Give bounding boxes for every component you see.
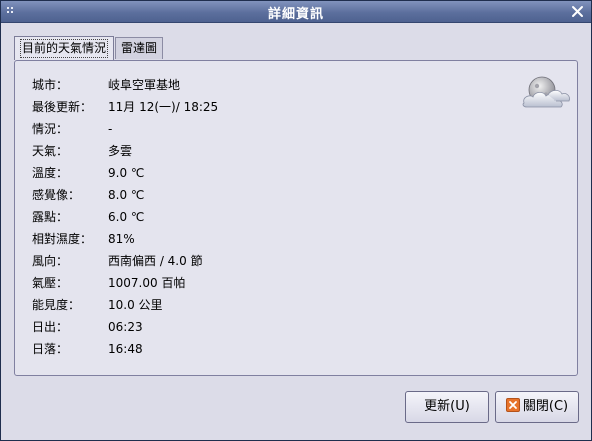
detail-label: 能見度： <box>32 298 81 312</box>
update-button[interactable]: 更新(U) <box>405 391 489 423</box>
cloudy-night-icon <box>520 73 572 113</box>
detail-value: 9.0 ℃ <box>108 166 145 180</box>
detail-label: 城市： <box>32 78 69 92</box>
detail-label: 風向： <box>32 254 69 268</box>
close-button-label: 關閉(C) <box>522 399 569 414</box>
detail-value: 81% <box>108 232 135 246</box>
detail-dialog: 詳細資訊 目前的天氣情況 雷達圖 城市： 岐阜空軍基地 最後更新： 11月 12… <box>0 0 592 441</box>
title-bar[interactable]: 詳細資訊 <box>1 1 591 23</box>
detail-label: 相對濕度： <box>32 232 93 246</box>
tab-current-conditions[interactable]: 目前的天氣情況 <box>14 36 115 60</box>
detail-value: 06:23 <box>108 320 143 334</box>
detail-label: 日出： <box>32 320 69 334</box>
detail-value: 岐阜空軍基地 <box>108 78 181 92</box>
window-title: 詳細資訊 <box>267 7 324 22</box>
close-x-icon <box>505 394 520 412</box>
detail-label: 最後更新： <box>32 100 93 114</box>
detail-label: 露點： <box>32 210 69 224</box>
current-conditions-panel: 城市： 岐阜空軍基地 最後更新： 11月 12(一)/ 18:25 情況： - … <box>14 60 578 376</box>
update-button-label: 更新(U) <box>424 399 470 414</box>
window-close-icon[interactable] <box>570 4 585 19</box>
tab-label: 目前的天氣情況 <box>20 39 109 58</box>
detail-value: 1007.00 百帕 <box>108 276 186 290</box>
detail-value: 16:48 <box>108 342 143 356</box>
detail-label: 情況： <box>32 122 69 136</box>
tab-label: 雷達圖 <box>121 41 158 55</box>
detail-value: 6.0 ℃ <box>108 210 145 224</box>
detail-value: 8.0 ℃ <box>108 188 145 202</box>
detail-value: 10.0 公里 <box>108 298 163 312</box>
detail-label: 日落： <box>32 342 69 356</box>
tab-radar[interactable]: 雷達圖 <box>115 37 164 59</box>
detail-label: 感覺像： <box>32 188 81 202</box>
detail-label: 天氣： <box>32 144 69 158</box>
detail-value: 多雲 <box>108 144 133 158</box>
detail-value: 西南偏西 / 4.0 節 <box>108 254 203 268</box>
close-button[interactable]: 關閉(C) <box>495 391 579 423</box>
detail-label: 氣壓： <box>32 276 69 290</box>
detail-value: 11月 12(一)/ 18:25 <box>108 100 219 114</box>
detail-value: - <box>108 122 113 136</box>
detail-label: 溫度： <box>32 166 69 180</box>
